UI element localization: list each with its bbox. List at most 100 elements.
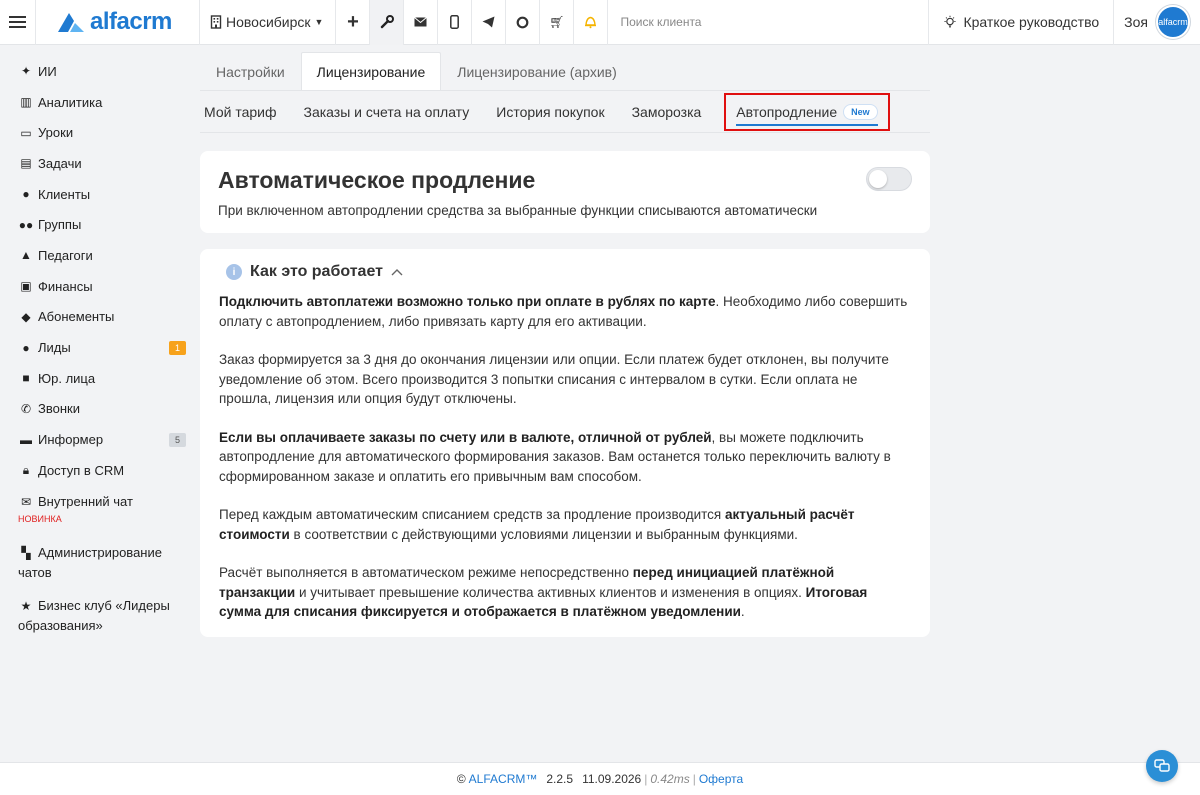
- calendar-icon: ▭: [20, 125, 32, 140]
- tab-autorenew[interactable]: Автопродление New: [724, 92, 890, 131]
- paragraph-5-text-c: .: [740, 604, 745, 619]
- cart-icon: 🛒︎: [549, 15, 565, 29]
- how-it-works-title: Как это работает: [250, 263, 383, 280]
- settings-button[interactable]: [370, 0, 405, 45]
- sidebar-item-analytics[interactable]: ▥ Аналитика: [0, 87, 200, 118]
- map-icon: ▥: [20, 95, 32, 110]
- sidebar-item-ai[interactable]: ✦ ИИ: [0, 56, 200, 87]
- sidebar-item-label: Информер: [38, 432, 104, 448]
- sidebar-item-internal-chat[interactable]: ✉ Внутренний чат НОВИНКА: [0, 488, 200, 533]
- autorenew-card: Автоматическое продление При включенном …: [200, 151, 930, 233]
- tab-freeze[interactable]: Заморозка: [628, 91, 713, 133]
- how-it-works-header[interactable]: i Как это работает: [226, 263, 912, 281]
- footer-separator: |: [644, 772, 648, 786]
- chevron-up-icon: [391, 269, 403, 276]
- footer-separator: |: [692, 772, 696, 786]
- sidebar-item-label: Финансы: [38, 278, 93, 294]
- menu-toggle-button[interactable]: [0, 0, 36, 45]
- lightbulb-icon: [944, 15, 956, 28]
- sidebar-item-legal-entities[interactable]: ■ Юр. лица: [0, 363, 200, 394]
- graduation-cap-icon: ▲: [20, 248, 32, 263]
- telegram-button[interactable]: [472, 0, 507, 45]
- avatar: alfacrm: [1156, 5, 1190, 39]
- logo-mark-icon: [58, 13, 84, 32]
- envelope-icon: ✉: [20, 494, 32, 509]
- mobile-button[interactable]: [438, 0, 473, 45]
- sidebar-item-label: Звонки: [38, 401, 80, 417]
- sidebar-item-label: Педагоги: [38, 247, 93, 263]
- phone-icon: ✆: [20, 401, 32, 416]
- copyright-sign: ©: [456, 772, 466, 786]
- main-content: Настройки Лицензирование Лицензирование …: [200, 46, 1200, 637]
- autorenew-title: Автоматическое продление: [218, 167, 536, 193]
- sidebar-item-lessons[interactable]: ▭ Уроки: [0, 117, 200, 148]
- sidebar-item-tasks[interactable]: ▤ Задачи: [0, 148, 200, 179]
- sidebar-item-label: Внутренний чат: [38, 493, 133, 509]
- paragraph-5: Расчёт выполняется в автоматическом режи…: [219, 563, 912, 622]
- plus-icon: +: [347, 10, 359, 33]
- footer-brand-link[interactable]: ALFACRM™: [469, 772, 538, 786]
- sidebar: ✦ ИИ ▥ Аналитика ▭ Уроки ▤ Задачи ● Клие…: [0, 46, 200, 639]
- sidebar-item-label: ИИ: [38, 63, 57, 79]
- tab-settings[interactable]: Настройки: [200, 52, 301, 90]
- chat-admin-icon: ▚: [21, 545, 31, 560]
- mail-button[interactable]: [404, 0, 439, 45]
- sidebar-item-label: Уроки: [38, 125, 74, 141]
- search-input[interactable]: [620, 15, 881, 29]
- sidebar-item-label: Группы: [38, 217, 82, 233]
- building-icon: [210, 15, 222, 29]
- sidebar-item-informer[interactable]: ▬ Информер 5: [0, 424, 200, 455]
- add-button[interactable]: +: [336, 0, 371, 45]
- autorenew-toggle[interactable]: [866, 167, 912, 191]
- sidebar-item-label: Абонементы: [38, 309, 115, 325]
- sidebar-item-crm-access[interactable]: 🔒︎ Доступ в CRM: [0, 455, 200, 486]
- quick-guide-button[interactable]: Краткое руководство: [929, 0, 1115, 45]
- support-chat-button[interactable]: [1146, 750, 1178, 782]
- sidebar-item-finance[interactable]: ▣ Финансы: [0, 271, 200, 302]
- paragraph-5-text-a: Расчёт выполняется в автоматическом режи…: [219, 565, 633, 580]
- sidebar-item-subscriptions[interactable]: ◆ Абонементы: [0, 302, 200, 333]
- paragraph-1-bold: Подключить автоплатежи возможно только п…: [219, 294, 716, 309]
- tab-licensing[interactable]: Лицензирование: [300, 52, 442, 90]
- sidebar-item-teachers[interactable]: ▲ Педагоги: [0, 240, 200, 271]
- phone-device-icon: [450, 15, 460, 29]
- logo[interactable]: alfacrm: [36, 0, 200, 45]
- sidebar-item-clients[interactable]: ● Клиенты: [0, 179, 200, 210]
- sidebar-item-calls[interactable]: ✆ Звонки: [0, 394, 200, 425]
- sidebar-item-chat-admin[interactable]: ▚ Администрирование чатов: [0, 539, 200, 586]
- cart-button[interactable]: 🛒︎: [540, 0, 575, 45]
- notifications-button[interactable]: [574, 0, 609, 45]
- sidebar-item-business-club[interactable]: ★ Бизнес клуб «Лидеры образования»: [0, 592, 200, 639]
- users-icon: ●●: [18, 217, 34, 232]
- footer-render-time: 0.42ms: [650, 772, 690, 786]
- footer-offer-link[interactable]: Оферта: [699, 772, 743, 786]
- tab-licensing-archive[interactable]: Лицензирование (архив): [441, 52, 633, 90]
- sidebar-item-label: Юр. лица: [38, 370, 96, 386]
- new-badge: НОВИНКА: [18, 513, 62, 524]
- sidebar-item-label: Доступ в CRM: [38, 462, 125, 478]
- user-menu[interactable]: Зоя alfacrm: [1114, 0, 1200, 45]
- footer-date: 11.09.2026: [582, 772, 642, 786]
- envelope-icon: [414, 17, 428, 27]
- user-plus-icon: ●: [22, 340, 30, 355]
- whatsapp-button[interactable]: [506, 0, 541, 45]
- wrench-icon: [380, 15, 394, 29]
- tab-my-plan[interactable]: Мой тариф: [200, 91, 287, 133]
- sidebar-item-groups[interactable]: ●● Группы: [0, 209, 200, 240]
- whatsapp-icon: [517, 16, 529, 28]
- tab-orders-invoices[interactable]: Заказы и счета на оплату: [299, 91, 480, 133]
- paragraph-4-text-b: в соответствии с действующими условиями …: [289, 526, 798, 542]
- clipboard-icon: ▤: [20, 156, 32, 171]
- lock-icon: 🔒︎: [22, 462, 30, 477]
- chat-bubbles-icon: [1154, 759, 1170, 772]
- user-name: Зоя: [1124, 14, 1148, 30]
- tab-purchase-history[interactable]: История покупок: [492, 91, 615, 133]
- paragraph-4-text-a: Перед каждым автоматическим списанием ср…: [219, 507, 725, 522]
- sidebar-item-label: Бизнес клуб «Лидеры образования»: [18, 597, 170, 633]
- briefcase-icon: ■: [22, 371, 30, 386]
- branch-selector[interactable]: Новосибирск ▼: [200, 0, 337, 45]
- paragraph-2: Заказ формируется за 3 дня до окончания …: [219, 352, 889, 406]
- sidebar-item-label: Задачи: [38, 155, 82, 171]
- tab-autorenew-label: Автопродление: [736, 103, 838, 120]
- sidebar-item-leads[interactable]: ● Лиды 1: [0, 332, 200, 363]
